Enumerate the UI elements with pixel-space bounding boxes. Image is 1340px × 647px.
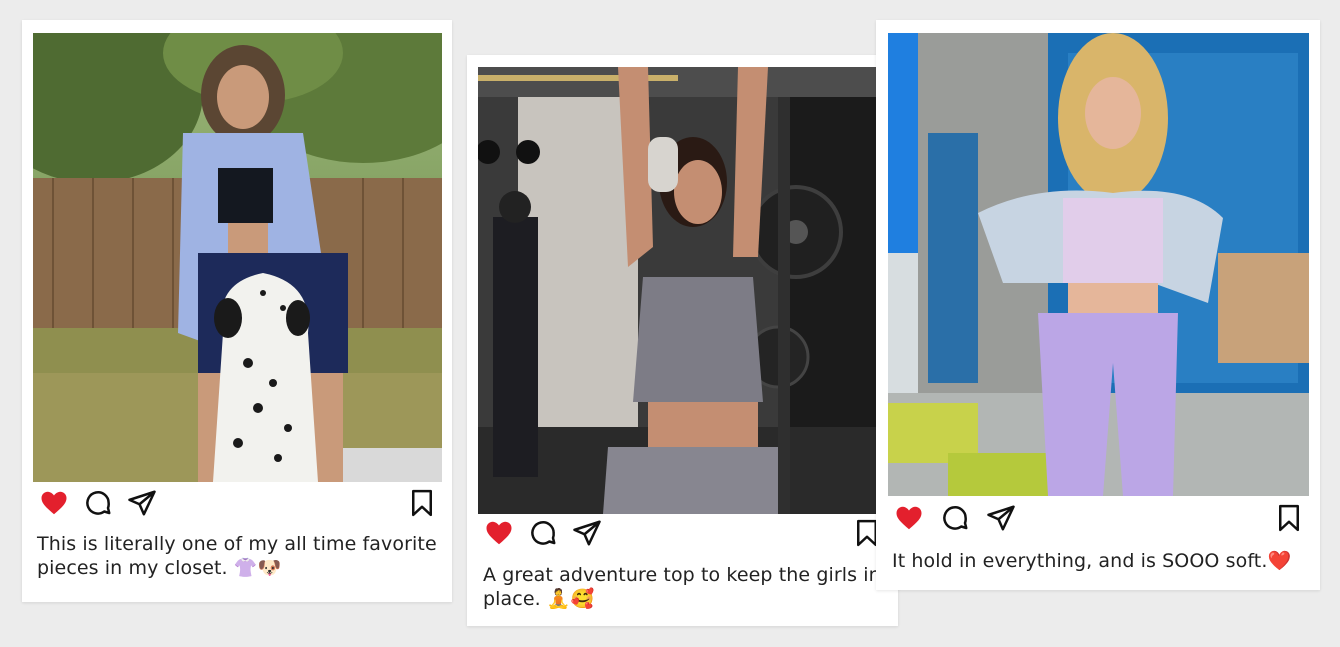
post-caption: It hold in everything, and is SOOO soft.… bbox=[892, 550, 1292, 572]
share-icon[interactable] bbox=[986, 503, 1016, 533]
share-icon[interactable] bbox=[127, 488, 157, 518]
post-caption: A great adventure top to keep the girls … bbox=[483, 564, 881, 610]
comment-icon[interactable] bbox=[83, 488, 113, 518]
post-card: It hold in everything, and is SOOO soft.… bbox=[876, 20, 1320, 590]
comment-icon[interactable] bbox=[528, 518, 558, 548]
heart-icon[interactable] bbox=[894, 503, 924, 533]
post-photo[interactable] bbox=[33, 33, 442, 482]
post-actions bbox=[39, 488, 435, 518]
post-caption: This is literally one of my all time fav… bbox=[37, 533, 437, 579]
post-card: A great adventure top to keep the girls … bbox=[467, 55, 898, 626]
share-icon[interactable] bbox=[572, 518, 602, 548]
post-photo[interactable] bbox=[888, 33, 1309, 496]
post-photo[interactable] bbox=[478, 67, 877, 514]
bookmark-icon[interactable] bbox=[1274, 503, 1304, 533]
bookmark-icon[interactable] bbox=[407, 488, 437, 518]
comment-icon[interactable] bbox=[940, 503, 970, 533]
post-actions bbox=[484, 518, 880, 548]
post-card: This is literally one of my all time fav… bbox=[22, 20, 452, 602]
post-actions bbox=[894, 503, 1304, 533]
heart-icon[interactable] bbox=[484, 518, 514, 548]
heart-icon[interactable] bbox=[39, 488, 69, 518]
